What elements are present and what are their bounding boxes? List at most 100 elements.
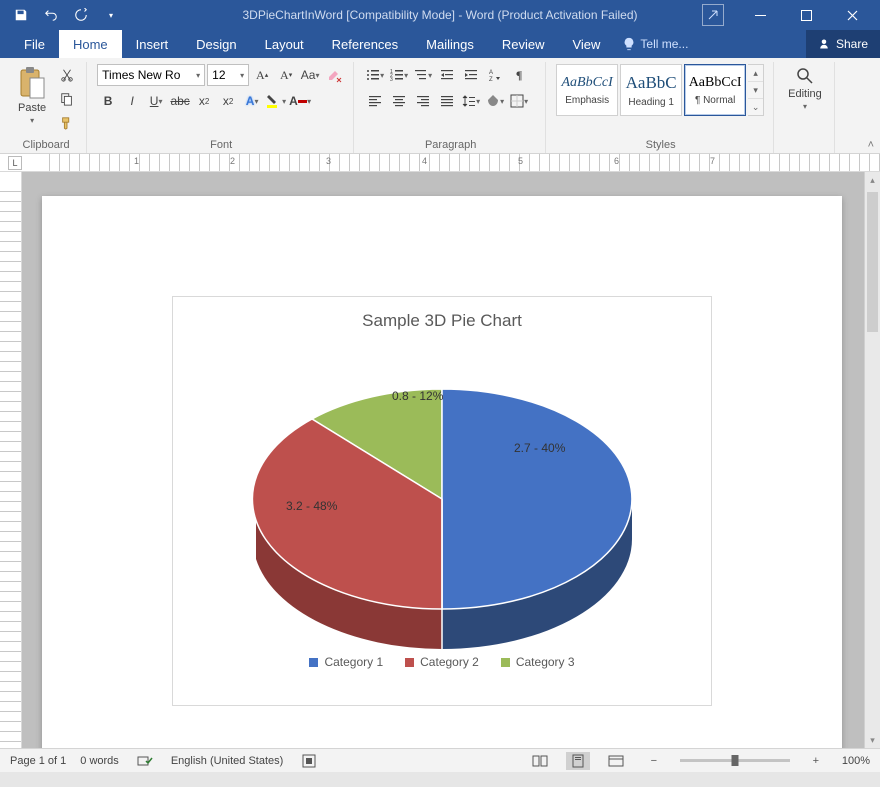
read-mode-icon[interactable] <box>528 752 552 770</box>
tab-references[interactable]: References <box>318 30 412 58</box>
text-effects-icon[interactable]: A▾ <box>241 90 263 112</box>
legend-swatch-icon <box>309 658 318 667</box>
tab-selector-icon[interactable]: L <box>8 156 22 170</box>
collapse-ribbon-icon[interactable]: ˄ <box>868 139 874 151</box>
cut-icon[interactable] <box>56 64 78 86</box>
share-icon <box>818 38 830 50</box>
maximize-icon[interactable] <box>786 0 826 30</box>
paste-icon <box>18 66 46 100</box>
ruler-horizontal[interactable]: L 1 2 3 4 5 6 7 <box>0 154 880 172</box>
tab-design[interactable]: Design <box>182 30 250 58</box>
paste-button[interactable]: Paste ▾ <box>14 64 50 127</box>
document-scroll[interactable]: Sample 3D Pie Chart <box>22 172 880 748</box>
zoom-level[interactable]: 100% <box>842 755 870 767</box>
editing-button[interactable]: Editing ▾ <box>784 64 826 113</box>
scrollbar-thumb[interactable] <box>867 192 878 332</box>
svg-text:A: A <box>489 70 493 76</box>
increase-font-icon[interactable]: A▴ <box>251 64 273 86</box>
minimize-icon[interactable] <box>740 0 780 30</box>
status-page[interactable]: Page 1 of 1 <box>10 755 66 767</box>
font-name-input[interactable]: Times New Ro▾ <box>97 64 205 86</box>
tab-home[interactable]: Home <box>59 30 122 58</box>
style-emphasis[interactable]: AaBbCcIEmphasis <box>556 64 618 116</box>
styles-up-icon: ▴ <box>748 65 763 82</box>
show-marks-icon[interactable]: ¶ <box>508 64 530 86</box>
tab-mailings[interactable]: Mailings <box>412 30 488 58</box>
legend-swatch-icon <box>501 658 510 667</box>
font-color-icon[interactable]: A▾ <box>289 90 311 112</box>
sort-icon[interactable]: AZ <box>484 64 506 86</box>
document-area: Sample 3D Pie Chart <box>0 172 880 748</box>
zoom-slider-thumb[interactable] <box>731 755 738 766</box>
italic-icon[interactable]: I <box>121 90 143 112</box>
pie-chart: 0.8 - 12% 2.7 - 40% 3.2 - 48% <box>222 349 662 649</box>
bullets-icon[interactable]: ▾ <box>364 64 386 86</box>
legend-swatch-icon <box>405 658 414 667</box>
copy-icon[interactable] <box>56 88 78 110</box>
redo-icon[interactable] <box>70 4 92 26</box>
underline-icon[interactable]: U▾ <box>145 90 167 112</box>
undo-icon[interactable] <box>40 4 62 26</box>
close-icon[interactable] <box>832 0 872 30</box>
save-icon[interactable] <box>10 4 32 26</box>
clear-formatting-icon[interactable] <box>323 64 345 86</box>
decrease-font-icon[interactable]: A▾ <box>275 64 297 86</box>
window-title: 3DPieChartInWord [Compatibility Mode] - … <box>242 8 637 22</box>
share-button[interactable]: Share <box>806 30 880 58</box>
zoom-in-icon[interactable]: + <box>804 752 828 770</box>
bold-icon[interactable]: B <box>97 90 119 112</box>
status-words[interactable]: 0 words <box>80 755 119 767</box>
qat-customize-icon[interactable]: ▾ <box>100 4 122 26</box>
zoom-out-icon[interactable]: − <box>642 752 666 770</box>
align-center-icon[interactable] <box>388 90 410 112</box>
shading-icon[interactable]: ▾ <box>484 90 506 112</box>
chart-object[interactable]: Sample 3D Pie Chart <box>172 296 712 706</box>
lightbulb-icon <box>622 37 636 51</box>
align-right-icon[interactable] <box>412 90 434 112</box>
increase-indent-icon[interactable] <box>460 64 482 86</box>
web-layout-icon[interactable] <box>604 752 628 770</box>
zoom-slider[interactable] <box>680 759 790 762</box>
window-controls <box>702 0 880 30</box>
spellcheck-icon[interactable] <box>133 752 157 770</box>
borders-icon[interactable]: ▾ <box>508 90 530 112</box>
superscript-icon[interactable]: x2 <box>217 90 239 112</box>
scroll-down-icon[interactable]: ▾ <box>865 732 880 748</box>
status-language[interactable]: English (United States) <box>171 755 284 767</box>
tell-me-search[interactable]: Tell me... <box>622 30 688 58</box>
strikethrough-icon[interactable]: abc <box>169 90 191 112</box>
vertical-scrollbar[interactable]: ▴ ▾ <box>864 172 880 748</box>
multilevel-list-icon[interactable]: ▾ <box>412 64 434 86</box>
scroll-up-icon[interactable]: ▴ <box>865 172 880 188</box>
subscript-icon[interactable]: x2 <box>193 90 215 112</box>
legend-item: Category 3 <box>501 655 575 669</box>
title-bar: ▾ 3DPieChartInWord [Compatibility Mode] … <box>0 0 880 30</box>
highlight-icon[interactable]: ▾ <box>265 90 287 112</box>
tab-view[interactable]: View <box>558 30 614 58</box>
ruler-vertical[interactable] <box>0 172 22 748</box>
chevron-down-icon: ▾ <box>30 116 34 125</box>
justify-icon[interactable] <box>436 90 458 112</box>
style-heading1[interactable]: AaBbCHeading 1 <box>620 64 682 116</box>
tab-review[interactable]: Review <box>488 30 559 58</box>
svg-text:Z: Z <box>489 77 493 82</box>
tab-insert[interactable]: Insert <box>122 30 183 58</box>
change-case-icon[interactable]: Aa▾ <box>299 64 321 86</box>
print-layout-icon[interactable] <box>566 752 590 770</box>
font-size-input[interactable]: 12▾ <box>207 64 249 86</box>
numbering-icon[interactable]: 123▾ <box>388 64 410 86</box>
legend-item: Category 2 <box>405 655 479 669</box>
tab-layout[interactable]: Layout <box>251 30 318 58</box>
align-left-icon[interactable] <box>364 90 386 112</box>
ribbon-display-options-icon[interactable] <box>702 4 724 26</box>
quick-access-toolbar: ▾ <box>0 4 132 26</box>
macro-record-icon[interactable] <box>297 752 321 770</box>
format-painter-icon[interactable] <box>56 112 78 134</box>
style-normal[interactable]: AaBbCcI¶ Normal <box>684 64 746 116</box>
tab-file[interactable]: File <box>10 30 59 58</box>
styles-gallery[interactable]: AaBbCcIEmphasis AaBbCHeading 1 AaBbCcI¶ … <box>556 64 764 116</box>
decrease-indent-icon[interactable] <box>436 64 458 86</box>
line-spacing-icon[interactable]: ▾ <box>460 90 482 112</box>
styles-scroll[interactable]: ▴▾⌄ <box>748 64 764 116</box>
data-label-cat2: 3.2 - 48% <box>286 499 337 513</box>
